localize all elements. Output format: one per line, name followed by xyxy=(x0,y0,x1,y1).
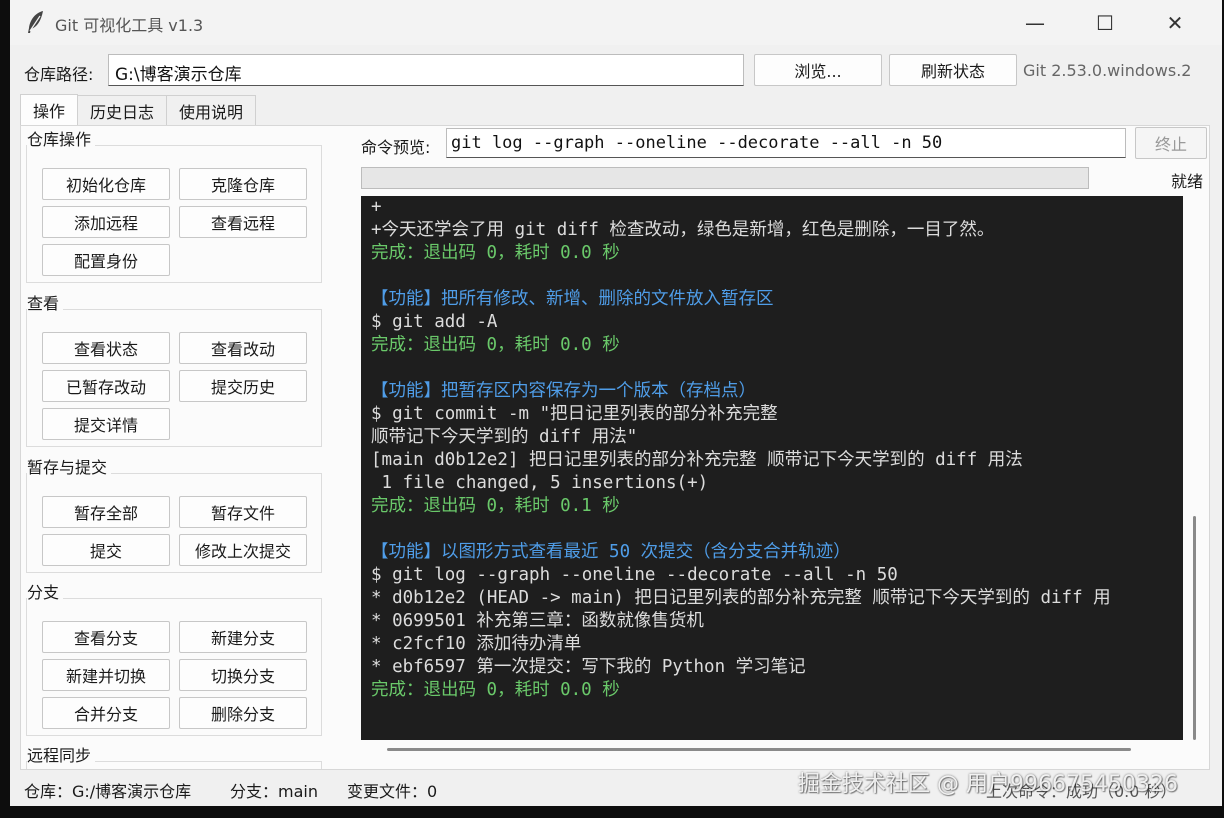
stage-all-button[interactable]: 暂存全部 xyxy=(42,496,170,528)
tab-operations[interactable]: 操作 xyxy=(20,94,79,125)
console-line: 完成：退出码 0，耗时 0.0 秒 xyxy=(371,680,620,700)
group-branch: 分支 查看分支 新建分支 新建并切换 切换分支 合并分支 删除分支 xyxy=(26,579,322,736)
status-branch: 分支：main xyxy=(230,782,318,801)
browse-button[interactable]: 浏览... xyxy=(754,54,882,86)
stage-file-button[interactable]: 暂存文件 xyxy=(179,496,307,528)
console-line: 完成：退出码 0，耗时 0.1 秒 xyxy=(371,496,620,516)
group-title: 远程同步 xyxy=(27,742,96,766)
console-line: 【功能】以图形方式查看最近 50 次提交（含分支合并轨迹） xyxy=(371,542,851,562)
console-line: $ git log --graph --oneline --decorate -… xyxy=(371,565,898,585)
delete-branch-button[interactable]: 删除分支 xyxy=(179,697,307,729)
console-line: * ebf6597 第一次提交：写下我的 Python 学习笔记 xyxy=(371,657,806,677)
group-title: 分支 xyxy=(27,579,64,603)
group-stage-commit: 暂存与提交 暂存全部 暂存文件 提交 修改上次提交 xyxy=(26,454,322,573)
status-changes: 变更文件：0 xyxy=(347,782,438,801)
scrollbar-thumb[interactable] xyxy=(1193,516,1196,740)
operations-column: 仓库操作 初始化仓库 克隆仓库 添加远程 查看远程 配置身份 查看 查看状态 查… xyxy=(21,126,331,769)
switch-branch-button[interactable]: 切换分支 xyxy=(179,659,307,691)
repo-path-row: 仓库路径: G:\博客演示仓库 浏览... 刷新状态 Git 2.53.0.wi… xyxy=(10,45,1222,95)
group-remote-sync: 远程同步 xyxy=(26,742,322,769)
close-button[interactable]: ✕ xyxy=(1140,0,1210,45)
command-preview-label: 命令预览: xyxy=(361,138,431,157)
tab-bar: 操作 历史日志 使用说明 xyxy=(20,94,257,125)
commit-button[interactable]: 提交 xyxy=(42,534,170,566)
clone-repo-button[interactable]: 克隆仓库 xyxy=(179,168,307,200)
group-view: 查看 查看状态 查看改动 已暂存改动 提交历史 提交详情 xyxy=(26,290,322,447)
operations-panel: 仓库操作 初始化仓库 克隆仓库 添加远程 查看远程 配置身份 查看 查看状态 查… xyxy=(20,125,1210,770)
console-line: +今天还学会了用 git diff 检查改动，绿色是新增，红色是删除，一目了然。 xyxy=(371,220,995,240)
output-console[interactable]: + +今天还学会了用 git diff 检查改动，绿色是新增，红色是删除，一目了然… xyxy=(361,196,1183,740)
console-line: $ git commit -m "把日记里列表的部分补充完整 xyxy=(371,404,778,424)
tab-history-log[interactable]: 历史日志 xyxy=(77,95,168,125)
console-line: 完成：退出码 0，耗时 0.0 秒 xyxy=(371,243,620,263)
git-version: Git 2.53.0.windows.2 xyxy=(1023,61,1192,80)
amend-commit-button[interactable]: 修改上次提交 xyxy=(179,534,307,566)
progress-bar xyxy=(361,167,1089,189)
add-remote-button[interactable]: 添加远程 xyxy=(42,206,170,238)
view-remote-button[interactable]: 查看远程 xyxy=(179,206,307,238)
console-line: * d0b12e2 (HEAD -> main) 把日记里列表的部分补充完整 顺… xyxy=(371,588,1111,608)
new-branch-button[interactable]: 新建分支 xyxy=(179,621,307,653)
new-and-switch-button[interactable]: 新建并切换 xyxy=(42,659,170,691)
repo-path-label: 仓库路径: xyxy=(24,65,94,84)
feather-icon xyxy=(28,11,43,33)
maximize-button[interactable]: ☐ xyxy=(1070,0,1140,45)
console-vertical-scrollbar[interactable] xyxy=(1185,196,1203,740)
app-window: Git 可视化工具 v1.3 — ☐ ✕ 仓库路径: G:\博客演示仓库 浏览.… xyxy=(10,0,1222,806)
config-identity-button[interactable]: 配置身份 xyxy=(42,244,170,276)
status-repo: 仓库：G:/博客演示仓库 xyxy=(24,782,192,801)
console-line: 1 file changed, 5 insertions(+) xyxy=(371,473,709,493)
console-line: $ git add -A xyxy=(371,312,498,332)
scrollbar-thumb[interactable] xyxy=(387,748,1131,751)
run-status: 就绪 xyxy=(1171,172,1204,191)
console-line: + xyxy=(371,197,382,217)
window-title: Git 可视化工具 v1.3 xyxy=(55,16,204,35)
group-title: 仓库操作 xyxy=(27,126,96,150)
refresh-status-button[interactable]: 刷新状态 xyxy=(889,54,1017,86)
title-bar: Git 可视化工具 v1.3 — ☐ ✕ xyxy=(10,0,1222,45)
repo-path-input[interactable]: G:\博客演示仓库 xyxy=(108,54,744,86)
view-diff-button[interactable]: 查看改动 xyxy=(179,332,307,364)
staged-diff-button[interactable]: 已暂存改动 xyxy=(42,370,170,402)
console-line: 【功能】把暂存区内容保存为一个版本（存档点） xyxy=(371,381,756,401)
view-status-button[interactable]: 查看状态 xyxy=(42,332,170,364)
commit-details-button[interactable]: 提交详情 xyxy=(42,408,170,440)
merge-branch-button[interactable]: 合并分支 xyxy=(42,697,170,729)
command-preview-input[interactable]: git log --graph --oneline --decorate --a… xyxy=(446,128,1126,158)
console-line: 顺带记下今天学到的 diff 用法" xyxy=(371,427,638,447)
group-title: 查看 xyxy=(27,290,64,314)
console-line: * 0699501 补充第三章：函数就像售货机 xyxy=(371,611,704,631)
group-repo-ops: 仓库操作 初始化仓库 克隆仓库 添加远程 查看远程 配置身份 xyxy=(26,126,322,283)
console-line: [main d0b12e2] 把日记里列表的部分补充完整 顺带记下今天学到的 d… xyxy=(371,450,1023,470)
console-line: 【功能】把所有修改、新增、删除的文件放入暂存区 xyxy=(371,289,774,309)
group-title: 暂存与提交 xyxy=(27,454,112,478)
console-line: 完成：退出码 0，耗时 0.0 秒 xyxy=(371,335,620,355)
tab-usage[interactable]: 使用说明 xyxy=(166,95,257,125)
console-line: * c2fcf10 添加待办清单 xyxy=(371,634,582,654)
console-horizontal-scrollbar[interactable] xyxy=(361,740,1183,758)
stop-button[interactable]: 终止 xyxy=(1135,127,1207,159)
watermark-text: 掘金技术社区 @ 用户996675450326 xyxy=(798,772,1178,797)
view-branches-button[interactable]: 查看分支 xyxy=(42,621,170,653)
commit-history-button[interactable]: 提交历史 xyxy=(179,370,307,402)
minimize-button[interactable]: — xyxy=(1000,0,1070,45)
init-repo-button[interactable]: 初始化仓库 xyxy=(42,168,170,200)
